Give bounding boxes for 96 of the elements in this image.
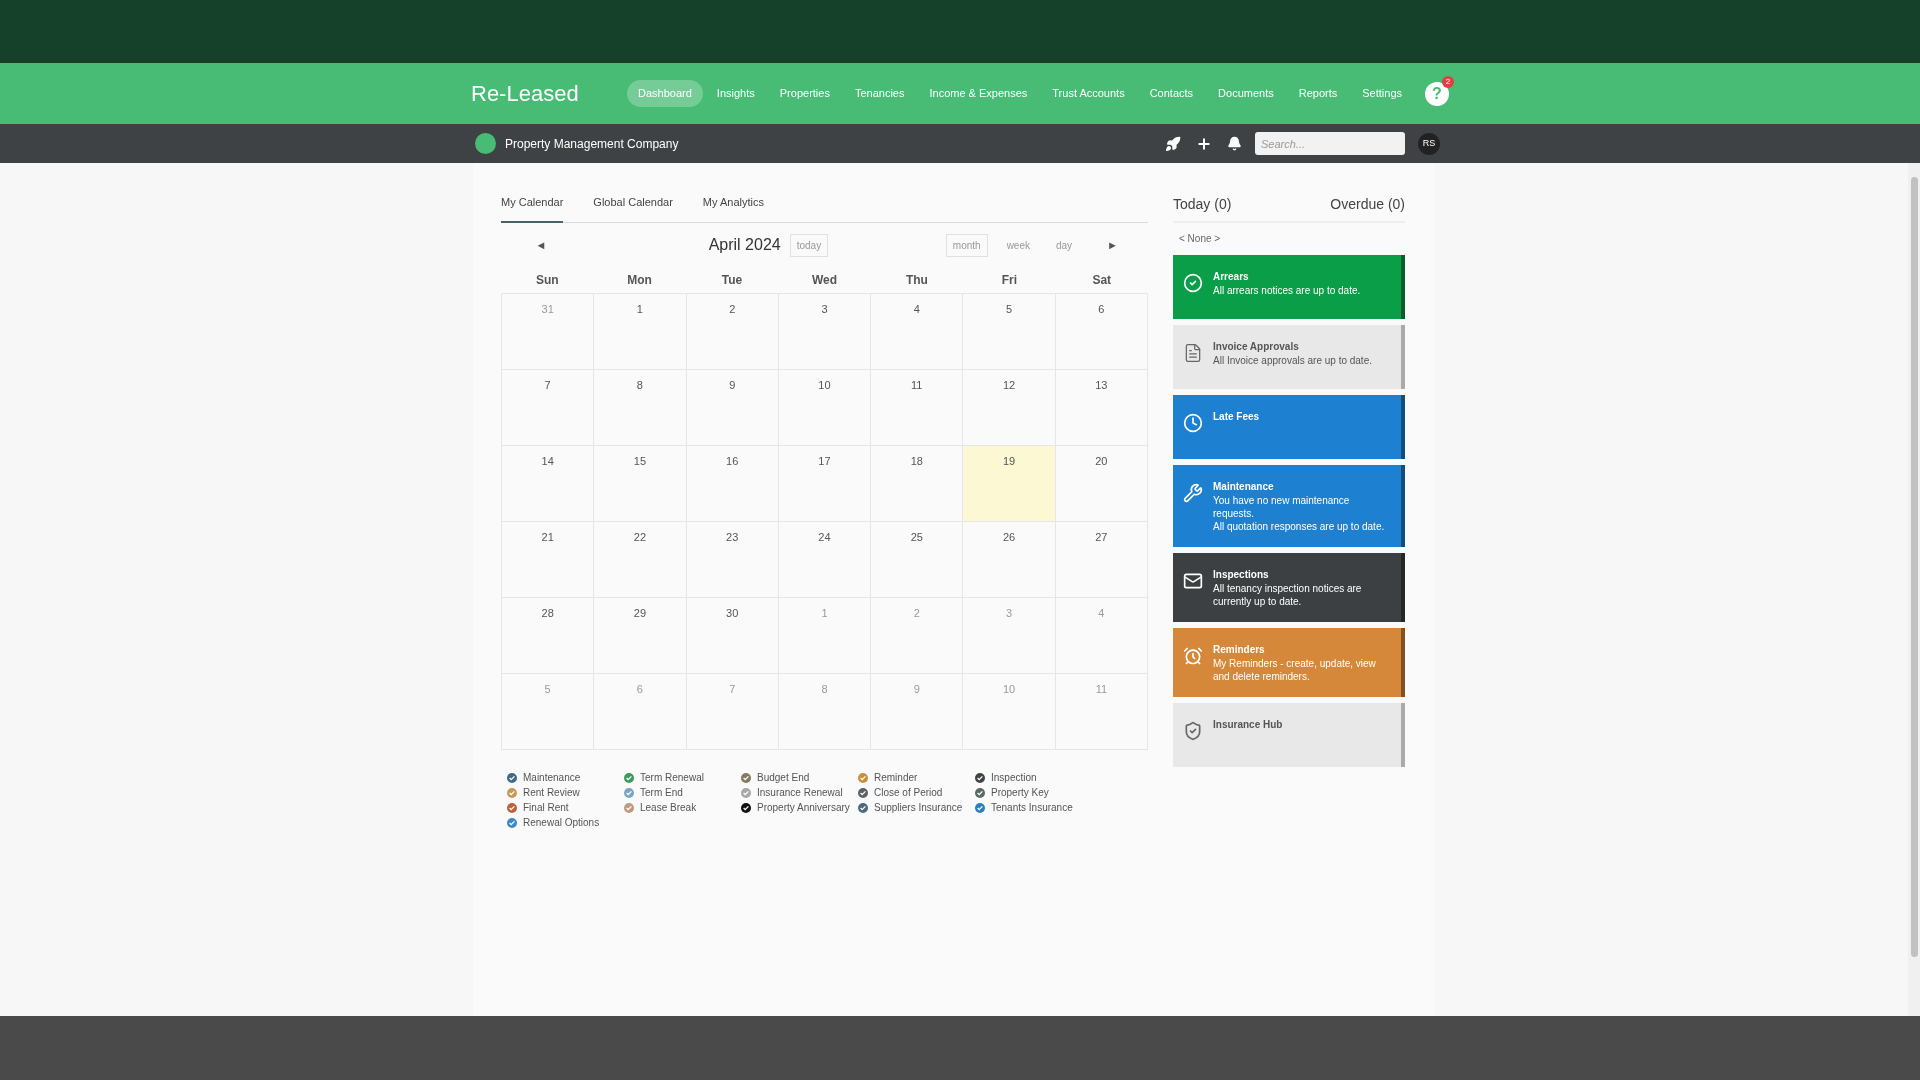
legend-label: Insurance Renewal — [757, 786, 843, 800]
notification-badge: 2 — [1442, 75, 1454, 88]
day-cell[interactable]: 6 — [1055, 294, 1148, 370]
document-icon — [1183, 343, 1203, 363]
day-cell[interactable]: 24 — [778, 522, 872, 598]
envelope-icon — [1183, 571, 1203, 591]
day-cell[interactable]: 22 — [594, 522, 687, 598]
legend-label: Close of Period — [874, 786, 943, 800]
wrench-icon — [1183, 483, 1203, 503]
company-logo-icon — [475, 133, 496, 154]
status-card[interactable]: Insurance Hub — [1173, 703, 1405, 767]
day-cell[interactable]: 16 — [686, 446, 779, 522]
clock-icon — [1183, 413, 1203, 433]
day-cell[interactable]: 29 — [594, 598, 687, 674]
weekday-header: Mon — [626, 272, 653, 289]
card-title: Maintenance — [1213, 480, 1275, 494]
day-cell[interactable]: 20 — [1055, 446, 1148, 522]
day-cell[interactable]: 23 — [686, 522, 779, 598]
status-card[interactable]: Late Fees — [1173, 395, 1405, 459]
legend-label: Maintenance — [523, 771, 581, 785]
day-cell[interactable]: 13 — [1055, 370, 1148, 446]
next-month-button[interactable]: ► — [1107, 236, 1118, 254]
card-text: All tenancy inspection notices are currently up to date. — [1213, 582, 1363, 608]
card-text: You have no new maintenance requests. — [1213, 494, 1351, 520]
weekday-header: Sat — [1091, 272, 1113, 289]
previous-month-button[interactable]: ◄ — [531, 236, 551, 254]
legend-label: Reminder — [874, 771, 918, 785]
card-title: Insurance Hub — [1213, 718, 1283, 732]
day-cell[interactable]: 26 — [963, 522, 1056, 598]
status-card[interactable]: Arrears All arrears notices are up to date. — [1173, 255, 1405, 319]
day-cell[interactable]: 11 — [871, 370, 964, 446]
day-cell[interactable]: 27 — [1055, 522, 1148, 598]
legend-label: Property Key — [991, 786, 1049, 800]
card-title: Inspections — [1213, 568, 1270, 582]
legend-label: Lease Break — [640, 801, 697, 815]
scrollbar[interactable] — [1908, 163, 1920, 1016]
legend-label: Rent Review — [523, 786, 580, 800]
legend-label: Tenants Insurance — [991, 801, 1073, 815]
day-cell[interactable]: 2 — [686, 294, 779, 370]
day-cell[interactable]: 30 — [686, 598, 779, 674]
weekday-header: Thu — [904, 272, 929, 289]
card-title: Invoice Approvals — [1213, 340, 1300, 354]
brand-logo: Re-Leased — [471, 80, 580, 108]
rocket-icon[interactable] — [1165, 135, 1181, 152]
day-cell[interactable]: 15 — [594, 446, 687, 522]
day-cell[interactable]: 28 — [502, 598, 595, 674]
card-text: All arrears notices are up to date. — [1213, 284, 1361, 297]
day-cell[interactable]: 3 — [778, 294, 872, 370]
weekday-header: Fri — [1000, 272, 1018, 289]
day-cell[interactable]: 17 — [778, 446, 872, 522]
calendar-tab[interactable]: My Analytics — [702, 193, 764, 223]
legend-label: Property Anniversary — [757, 801, 850, 815]
day-cell[interactable]: 1 — [594, 294, 687, 370]
day-cell[interactable]: 9 — [686, 370, 779, 446]
day-cell[interactable]: 25 — [871, 522, 964, 598]
alarm-clock-icon — [1183, 646, 1203, 666]
empty-message: < None > — [1178, 232, 1222, 246]
legend-label: Inspection — [991, 771, 1037, 785]
card-text: My Reminders - create, update, view and delete reminders. — [1213, 657, 1377, 683]
day-cell[interactable]: 8 — [594, 370, 687, 446]
weekday-header: Wed — [810, 272, 839, 289]
add-icon[interactable] — [1196, 135, 1212, 152]
legend-label: Term End — [640, 786, 683, 800]
check-circle-icon — [1183, 273, 1203, 293]
day-cell[interactable]: 19 — [963, 446, 1056, 522]
card-title: Late Fees — [1213, 410, 1260, 424]
shield-icon — [1183, 721, 1203, 741]
calendar-tab[interactable]: My Calendar — [501, 193, 564, 223]
card-title: Reminders — [1213, 643, 1266, 657]
user-avatar[interactable]: RS — [1418, 132, 1440, 155]
day-cell[interactable]: 10 — [778, 370, 872, 446]
legend-label: Final Rent — [523, 801, 569, 815]
legend-label: Budget End — [757, 771, 810, 785]
card-text: All quotation responses are up to date. — [1213, 520, 1386, 533]
card-text: All Invoice approvals are up to date. — [1213, 354, 1372, 367]
day-cell[interactable]: 4 — [871, 294, 964, 370]
search-field[interactable]: Search... — [1255, 132, 1405, 155]
legend-label: Suppliers Insurance — [874, 801, 963, 815]
status-card[interactable]: Invoice Approvals All Invoice approvals are up to date. — [1173, 325, 1405, 389]
overdue-tab[interactable]: Overdue (0) — [1330, 194, 1405, 215]
notifications-icon[interactable] — [1227, 136, 1242, 151]
day-cell[interactable]: 14 — [502, 446, 595, 522]
calendar-tab[interactable]: Global Calendar — [593, 193, 673, 223]
legend-label: Renewal Options — [523, 816, 600, 830]
month-title: April 2024 — [708, 235, 781, 255]
company-name: Property Management Company — [505, 135, 679, 153]
card-title: Arrears — [1213, 270, 1250, 284]
day-cell[interactable]: 21 — [502, 522, 595, 598]
weekday-header: Tue — [720, 272, 744, 289]
today-tab[interactable]: Today (0) — [1173, 194, 1232, 215]
status-card[interactable]: Inspections All tenancy inspection notices are currently up to date. — [1173, 553, 1405, 622]
legend-label: Term Renewal — [640, 771, 704, 785]
weekday-header: Sun — [534, 272, 560, 289]
day-cell[interactable]: 7 — [502, 370, 595, 446]
day-cell[interactable]: 5 — [963, 294, 1056, 370]
status-card[interactable]: Maintenance You have no new maintenance requests. All quotation responses are up to date. — [1173, 465, 1405, 547]
